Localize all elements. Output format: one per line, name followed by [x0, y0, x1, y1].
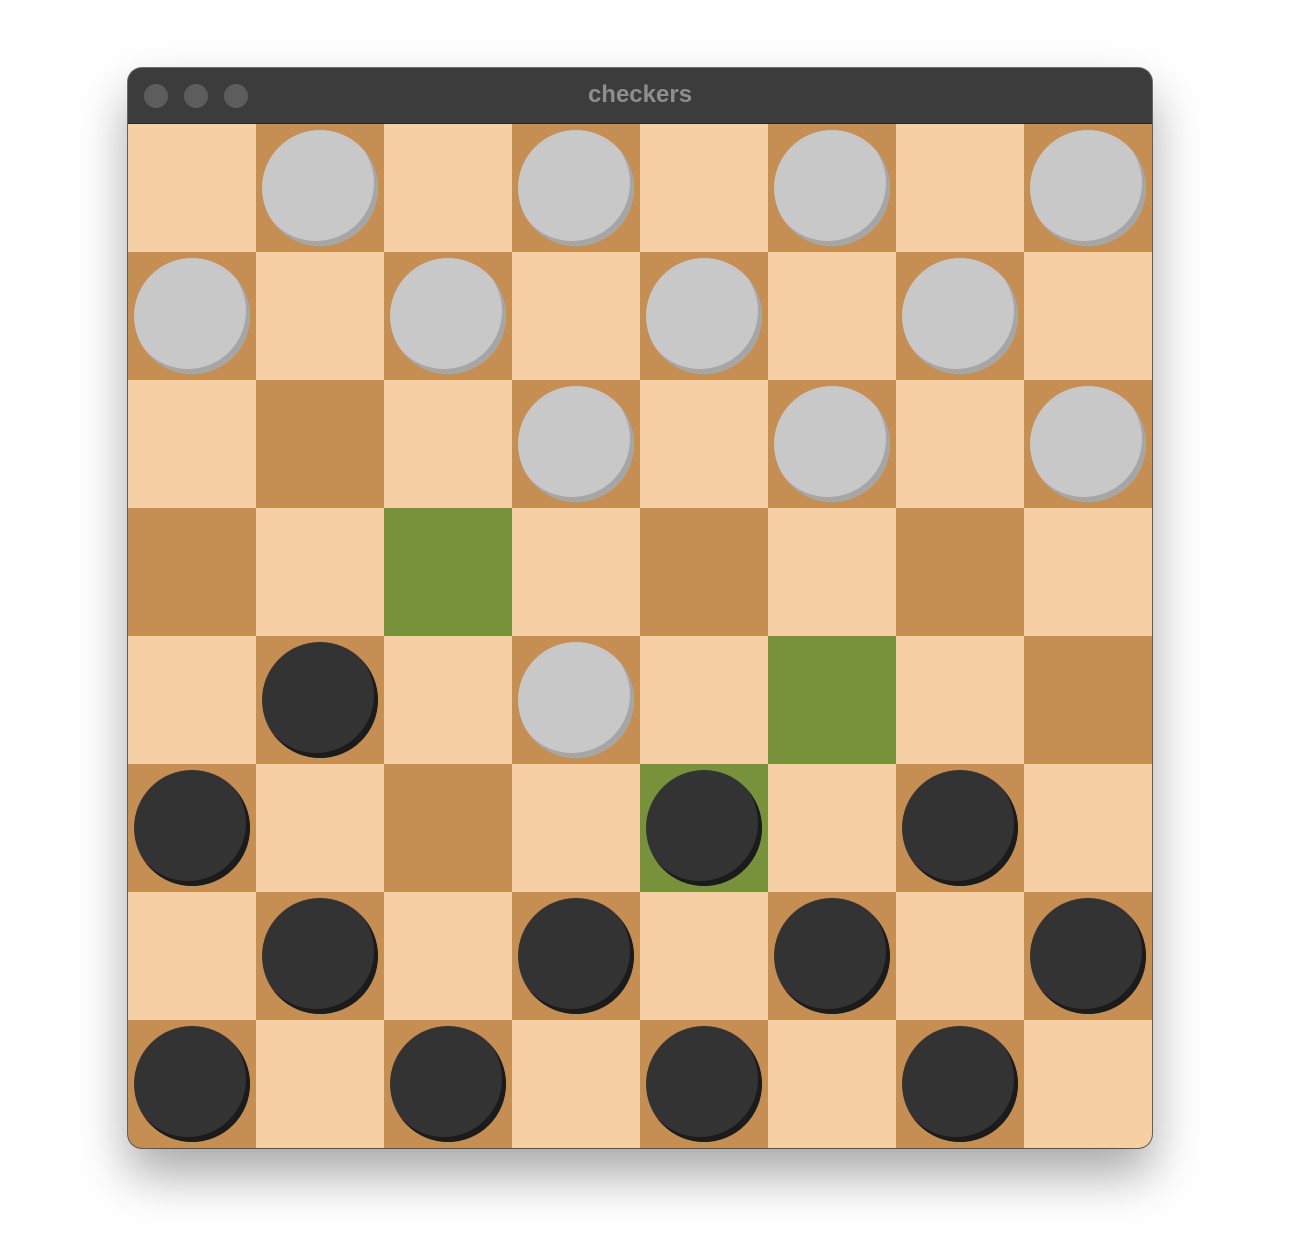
board-square[interactable]: [512, 380, 640, 508]
board-square[interactable]: [768, 508, 896, 636]
dark-checker-piece[interactable]: [262, 642, 378, 758]
board-square-highlighted[interactable]: [768, 636, 896, 764]
board-square[interactable]: [896, 764, 1024, 892]
board-square[interactable]: [896, 252, 1024, 380]
light-checker-piece[interactable]: [262, 130, 378, 246]
board-square[interactable]: [384, 764, 512, 892]
board-square[interactable]: [384, 252, 512, 380]
board-square[interactable]: [512, 1020, 640, 1148]
board-square[interactable]: [512, 124, 640, 252]
light-checker-piece[interactable]: [774, 386, 890, 502]
board-square[interactable]: [384, 380, 512, 508]
board-square[interactable]: [128, 124, 256, 252]
board-square[interactable]: [128, 252, 256, 380]
board-square[interactable]: [768, 1020, 896, 1148]
light-checker-piece[interactable]: [902, 258, 1018, 374]
board-square[interactable]: [1024, 124, 1152, 252]
dark-checker-piece[interactable]: [134, 1026, 250, 1142]
board-square[interactable]: [512, 252, 640, 380]
board-square[interactable]: [256, 252, 384, 380]
light-checker-piece[interactable]: [518, 130, 634, 246]
light-checker-piece[interactable]: [774, 130, 890, 246]
board-square[interactable]: [1024, 764, 1152, 892]
board-square[interactable]: [384, 124, 512, 252]
board-square[interactable]: [128, 380, 256, 508]
board-square[interactable]: [640, 252, 768, 380]
light-checker-piece[interactable]: [1030, 386, 1146, 502]
board-square[interactable]: [512, 508, 640, 636]
board-square[interactable]: [128, 1020, 256, 1148]
board-square-highlighted[interactable]: [640, 764, 768, 892]
light-checker-piece[interactable]: [518, 386, 634, 502]
dark-checker-piece[interactable]: [262, 898, 378, 1014]
board-square[interactable]: [256, 636, 384, 764]
board-square[interactable]: [768, 380, 896, 508]
board-square[interactable]: [896, 892, 1024, 1020]
dark-checker-piece[interactable]: [646, 770, 762, 886]
board-square[interactable]: [256, 892, 384, 1020]
board-square[interactable]: [768, 124, 896, 252]
board-square[interactable]: [896, 508, 1024, 636]
app-window: checkers: [128, 68, 1152, 1148]
board-square[interactable]: [640, 1020, 768, 1148]
board-square[interactable]: [256, 508, 384, 636]
board-square[interactable]: [256, 1020, 384, 1148]
board-square[interactable]: [256, 764, 384, 892]
board-square[interactable]: [896, 1020, 1024, 1148]
board-square[interactable]: [512, 892, 640, 1020]
board-square-highlighted[interactable]: [384, 508, 512, 636]
dark-checker-piece[interactable]: [774, 898, 890, 1014]
dark-checker-piece[interactable]: [390, 1026, 506, 1142]
board-square[interactable]: [1024, 892, 1152, 1020]
light-checker-piece[interactable]: [518, 642, 634, 758]
dark-checker-piece[interactable]: [902, 770, 1018, 886]
checkers-board: [128, 124, 1152, 1148]
board-square[interactable]: [896, 636, 1024, 764]
board-square[interactable]: [1024, 508, 1152, 636]
board-square[interactable]: [768, 892, 896, 1020]
dark-checker-piece[interactable]: [518, 898, 634, 1014]
board-square[interactable]: [512, 636, 640, 764]
board-square[interactable]: [1024, 636, 1152, 764]
light-checker-piece[interactable]: [1030, 130, 1146, 246]
board-square[interactable]: [896, 124, 1024, 252]
dark-checker-piece[interactable]: [902, 1026, 1018, 1142]
light-checker-piece[interactable]: [646, 258, 762, 374]
board-square[interactable]: [128, 892, 256, 1020]
board-square[interactable]: [640, 636, 768, 764]
board-square[interactable]: [640, 892, 768, 1020]
board-square[interactable]: [1024, 1020, 1152, 1148]
dark-checker-piece[interactable]: [1030, 898, 1146, 1014]
light-checker-piece[interactable]: [134, 258, 250, 374]
title-bar: checkers: [128, 68, 1152, 124]
board-square[interactable]: [256, 380, 384, 508]
window-title: checkers: [587, 81, 693, 108]
board-square[interactable]: [1024, 252, 1152, 380]
board-square[interactable]: [256, 124, 384, 252]
board-square[interactable]: [768, 252, 896, 380]
board-square[interactable]: [512, 764, 640, 892]
board-square[interactable]: [384, 892, 512, 1020]
board-square[interactable]: [896, 380, 1024, 508]
board-square[interactable]: [128, 636, 256, 764]
board-square[interactable]: [640, 508, 768, 636]
board-square[interactable]: [640, 124, 768, 252]
dark-checker-piece[interactable]: [646, 1026, 762, 1142]
board-square[interactable]: [384, 636, 512, 764]
board-square[interactable]: [384, 1020, 512, 1148]
board-square[interactable]: [1024, 380, 1152, 508]
dark-checker-piece[interactable]: [134, 770, 250, 886]
light-checker-piece[interactable]: [390, 258, 506, 374]
board-square[interactable]: [128, 508, 256, 636]
board-square[interactable]: [640, 380, 768, 508]
board-square[interactable]: [128, 764, 256, 892]
board-square[interactable]: [768, 764, 896, 892]
